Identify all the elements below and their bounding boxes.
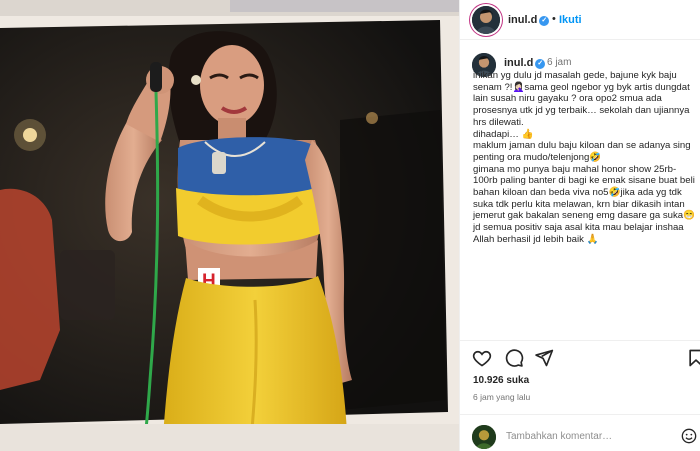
comment-icon[interactable] [504,348,524,368]
comment-box [460,414,700,451]
caption-text: inikan yg dulu jd masalah gede, bajune k… [473,70,696,245]
caption-section: inul.d ✓ 6 jam inikan yg dulu jd masalah … [460,40,700,340]
post-photo[interactable]: H [0,0,459,451]
heart-icon[interactable] [472,348,492,368]
post-actions: 10.926 suka 6 jam yang lalu [460,340,700,451]
emoji-icon[interactable] [681,428,697,444]
likes-count[interactable]: 10.926 suka [473,375,529,386]
post-header: inul.d ✓ • Ikuti [460,0,700,40]
follow-button[interactable]: Ikuti [559,14,582,26]
posted-ago[interactable]: 6 jam yang lalu [473,392,530,402]
current-user-avatar [472,425,496,449]
bookmark-icon[interactable] [686,348,700,368]
verified-badge-icon: ✓ [535,59,546,69]
caption-username[interactable]: inul.d ✓ [504,57,546,69]
verified-badge-icon: ✓ [539,16,550,26]
username[interactable]: inul.d ✓ [508,14,550,26]
performer-photo: H [0,0,459,451]
share-icon[interactable] [534,348,554,368]
caption-time[interactable]: 6 jam [547,57,571,68]
caption-username-text[interactable]: inul.d [504,57,533,69]
separator-dot: • [552,13,556,25]
username-text[interactable]: inul.d [508,14,537,26]
avatar[interactable] [472,6,500,34]
post-side-panel: inul.d ✓ • Ikuti inul.d ✓ 6 jam inikan yg … [459,0,700,451]
comment-input[interactable] [506,428,676,444]
